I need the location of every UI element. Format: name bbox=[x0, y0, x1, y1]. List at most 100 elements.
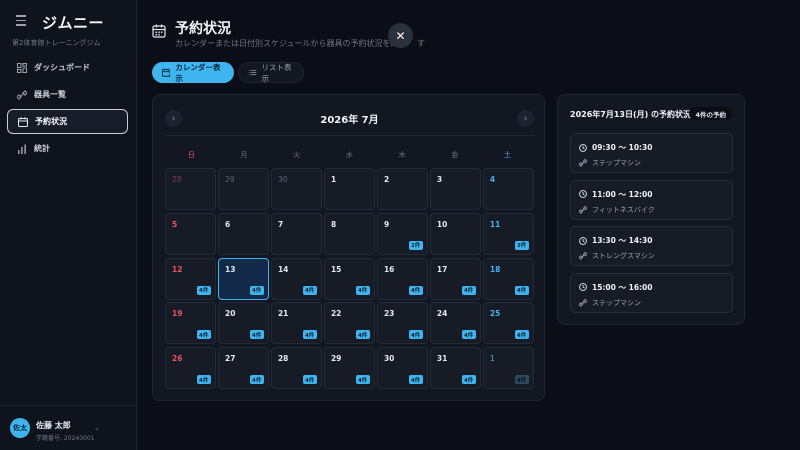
equipment-icon bbox=[579, 205, 587, 214]
reservation-equipment-text: ストレングスマシン bbox=[592, 252, 655, 260]
equipment-icon bbox=[17, 89, 27, 100]
page-title: 予約状況 bbox=[175, 21, 231, 37]
calendar-day[interactable]: 31 4件 bbox=[429, 347, 481, 390]
user-profile[interactable]: 佐太 佐藤 太郎 学籍番号: 20240001 ⌄ bbox=[0, 405, 137, 450]
weekday-label: 火 bbox=[293, 151, 301, 159]
month-title: 2026年 7月 bbox=[320, 114, 379, 126]
day-number: 16 bbox=[383, 264, 395, 274]
calendar-day[interactable]: 2 bbox=[376, 168, 428, 210]
calendar-day[interactable]: 11 3件 bbox=[482, 212, 534, 255]
close-button[interactable]: ✕ bbox=[388, 23, 413, 48]
equipment-icon bbox=[579, 298, 587, 307]
reservation-count-badge: 4件 bbox=[249, 330, 264, 340]
day-number: 1 bbox=[330, 175, 337, 184]
reservation-count-badge: 4件 bbox=[408, 375, 423, 385]
calendar-day-selected[interactable]: 13 4件 bbox=[217, 257, 269, 300]
calendar-day[interactable]: 24 4件 bbox=[429, 302, 481, 345]
weekday-label: 木 bbox=[398, 151, 406, 159]
app-brand[interactable]: ジムニー bbox=[42, 12, 104, 33]
calendar-day[interactable]: 14 4件 bbox=[270, 257, 322, 300]
clock-icon bbox=[579, 236, 587, 245]
reservation-equipment: ステップマシン bbox=[579, 298, 641, 308]
calendar-day[interactable]: 28 4件 bbox=[270, 347, 322, 390]
reservation-equipment: フィットネスバイク bbox=[579, 205, 655, 215]
reservation-count-badge: 3件 bbox=[514, 240, 529, 250]
day-number: 2 bbox=[383, 175, 390, 184]
weekday-label: 水 bbox=[345, 151, 353, 159]
user-name: 佐藤 太郎 bbox=[36, 421, 71, 430]
weekday-label: 金 bbox=[451, 151, 459, 159]
calendar-day[interactable]: 9 1件 bbox=[376, 212, 428, 255]
reservation-count-badge: 4件 bbox=[408, 330, 423, 340]
calendar-day[interactable]: 5 bbox=[165, 212, 216, 255]
reservation-item[interactable]: 09:30 〜 10:30 ステップマシン bbox=[570, 133, 733, 173]
reservation-count-badge: 4件 bbox=[302, 375, 317, 385]
calendar-day[interactable]: 12 4件 bbox=[165, 257, 216, 300]
calendar-day[interactable]: 25 4件 bbox=[482, 302, 534, 345]
weekday-label: 土 bbox=[503, 151, 511, 159]
chevron-down-icon[interactable]: ⌄ bbox=[94, 424, 100, 432]
reservation-item[interactable]: 11:00 〜 12:00 フィットネスバイク bbox=[570, 179, 733, 220]
calendar-day[interactable]: 4 bbox=[482, 168, 534, 210]
reservation-item[interactable]: 13:30 〜 14:30 ストレングスマシン bbox=[570, 226, 733, 266]
reservation-count-badge: 4件 bbox=[249, 375, 264, 385]
day-number: 24 bbox=[436, 309, 448, 319]
day-number: 15 bbox=[330, 264, 342, 274]
equipment-icon bbox=[579, 252, 587, 260]
calendar-icon bbox=[18, 116, 28, 127]
calendar-day[interactable]: 20 4件 bbox=[217, 302, 269, 345]
calendar-day[interactable]: 18 4件 bbox=[482, 257, 534, 300]
reservation-time: 15:00 〜 16:00 bbox=[579, 282, 652, 293]
sidebar-item-reservations[interactable]: 予約状況 bbox=[7, 109, 128, 134]
sidebar-item-stats[interactable]: 統計 bbox=[7, 136, 128, 161]
calendar-day[interactable]: 29 4件 bbox=[323, 347, 375, 390]
reservation-item[interactable]: 15:00 〜 16:00 ステップマシン bbox=[570, 272, 733, 313]
avatar: 佐太 bbox=[10, 418, 30, 438]
calendar-day[interactable]: 29 bbox=[217, 168, 269, 210]
day-number: 27 bbox=[224, 354, 236, 364]
calendar-day[interactable]: 28 bbox=[165, 168, 216, 210]
calendar-day[interactable]: 19 4件 bbox=[165, 302, 216, 345]
day-number: 29 bbox=[330, 354, 342, 364]
reservation-count-badge: 4件 bbox=[461, 375, 476, 385]
sidebar-nav: ダッシュボード 器具一覧 予約状況 統計 bbox=[7, 55, 128, 163]
calendar-day[interactable]: 3 bbox=[429, 168, 481, 210]
calendar-day[interactable]: 26 4件 bbox=[165, 347, 216, 390]
menu-icon[interactable] bbox=[16, 15, 28, 29]
calendar-day[interactable]: 8 bbox=[323, 212, 375, 255]
reservation-equipment-text: ステップマシン bbox=[592, 159, 641, 167]
calendar-day[interactable]: 23 4件 bbox=[376, 302, 428, 345]
prev-month-button[interactable]: ‹ bbox=[165, 110, 182, 127]
calendar-day[interactable]: 16 4件 bbox=[376, 257, 428, 300]
reservation-count-badge: 4件 bbox=[514, 330, 529, 340]
calendar-day[interactable]: 21 4件 bbox=[270, 302, 322, 345]
reservation-count-badge: 4件 bbox=[355, 375, 370, 385]
sidebar-item-label: ダッシュボード bbox=[34, 63, 90, 72]
sidebar-item-label: 予約状況 bbox=[35, 117, 67, 126]
reservation-count-badge: 4件 bbox=[196, 285, 211, 295]
calendar-day[interactable]: 1 4件 bbox=[482, 347, 534, 390]
calendar-day[interactable]: 30 bbox=[270, 168, 322, 210]
reservation-count-badge: 4件 bbox=[514, 285, 529, 295]
sidebar-item-dashboard[interactable]: ダッシュボード bbox=[7, 55, 128, 80]
chevron-right-icon: › bbox=[523, 113, 528, 124]
day-number: 7 bbox=[277, 219, 284, 229]
calendar-day[interactable]: 30 4件 bbox=[376, 347, 428, 390]
tab-list-view[interactable]: リスト表示 bbox=[238, 62, 304, 83]
sidebar-item-equipment[interactable]: 器具一覧 bbox=[7, 82, 128, 107]
calendar-day[interactable]: 6 bbox=[217, 212, 269, 255]
next-month-button[interactable]: › bbox=[517, 110, 534, 127]
calendar-day[interactable]: 10 bbox=[429, 212, 481, 255]
calendar-day[interactable]: 22 4件 bbox=[323, 302, 375, 345]
calendar-day[interactable]: 15 4件 bbox=[323, 257, 375, 300]
calendar-day[interactable]: 27 4件 bbox=[217, 347, 269, 390]
reservation-count-badge: 4件 bbox=[461, 330, 476, 340]
reservation-count-badge: 4件 bbox=[302, 285, 317, 295]
app-subtitle: 第2体育館トレーニングジム bbox=[12, 39, 101, 47]
calendar-day[interactable]: 17 4件 bbox=[429, 257, 481, 300]
calendar-day[interactable]: 1 bbox=[323, 168, 375, 210]
calendar-day[interactable]: 7 bbox=[270, 212, 322, 255]
reservation-panel: 2026年7月13日(月) の予約状況 4件の予約 09:30 〜 10:30 … bbox=[557, 94, 745, 325]
tab-calendar-view[interactable]: カレンダー表示 bbox=[152, 62, 234, 83]
day-number: 28 bbox=[172, 175, 182, 184]
